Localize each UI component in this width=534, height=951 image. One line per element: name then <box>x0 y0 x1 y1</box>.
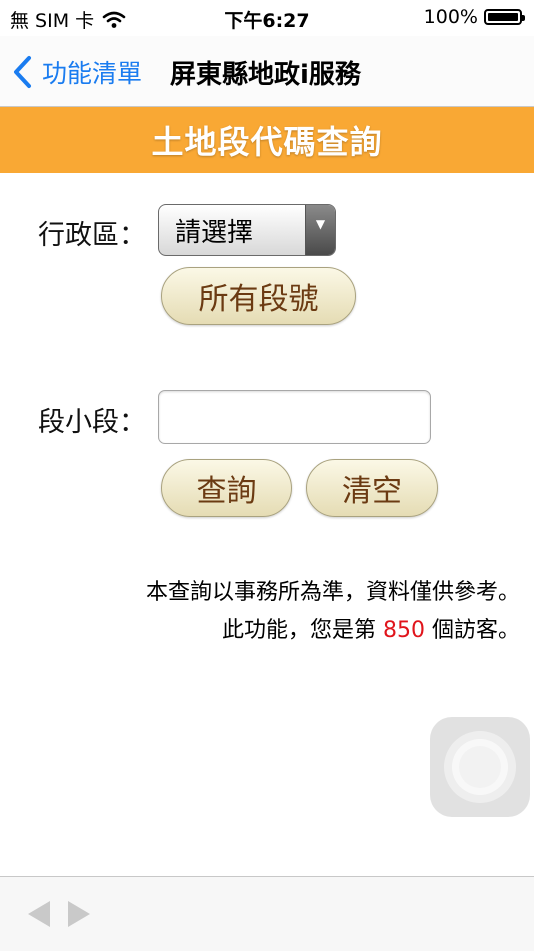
assistive-touch-button[interactable] <box>430 717 530 817</box>
all-sections-button[interactable]: 所有段號 <box>161 267 356 325</box>
chevron-left-icon <box>14 56 31 88</box>
battery-level-fill <box>488 13 518 21</box>
battery-tip <box>522 15 525 21</box>
triangle-left-icon[interactable] <box>26 899 52 929</box>
page-banner: 土地段代碼查詢 <box>0 107 534 173</box>
visitor-count: 850 <box>382 618 425 643</box>
assistive-touch-inner-ring <box>452 739 508 795</box>
visitor-counter-text: 此功能，您是第 850 個訪客。 <box>222 612 520 644</box>
district-select[interactable]: 請選擇 ▼ <box>158 204 336 256</box>
district-select-value: 請選擇 <box>175 217 254 248</box>
visitor-prefix: 此功能，您是第 <box>221 618 376 643</box>
battery-icon <box>484 9 525 25</box>
status-right: 100% <box>423 6 525 28</box>
nav-title: 屏東縣地政i服務 <box>170 60 361 90</box>
assistive-touch-ring <box>444 731 516 803</box>
district-label: 行政區： <box>38 220 146 251</box>
status-bar: 無 SIM 卡 下午6:27 100% <box>0 0 534 36</box>
triangle-right-icon[interactable] <box>66 899 92 929</box>
query-button[interactable]: 查詢 <box>161 459 292 517</box>
assistive-touch-core <box>459 746 501 788</box>
visitor-suffix: 個訪客。 <box>431 618 520 643</box>
page-title: 土地段代碼查詢 <box>151 123 383 161</box>
section-input[interactable] <box>158 390 431 444</box>
back-button-label: 功能清單 <box>42 59 143 88</box>
bottom-toolbar <box>0 876 534 951</box>
clear-button[interactable]: 清空 <box>306 459 438 517</box>
back-button[interactable]: 功能清單 <box>12 54 142 90</box>
section-label: 段小段： <box>38 407 146 438</box>
navigation-bar: 功能清單 屏東縣地政i服務 <box>0 36 534 107</box>
disclaimer-text: 本查詢以事務所為準，資料僅供參考。 <box>145 580 520 605</box>
dropdown-arrow-icon: ▼ <box>305 205 335 255</box>
battery-percent: 100% <box>423 6 478 28</box>
